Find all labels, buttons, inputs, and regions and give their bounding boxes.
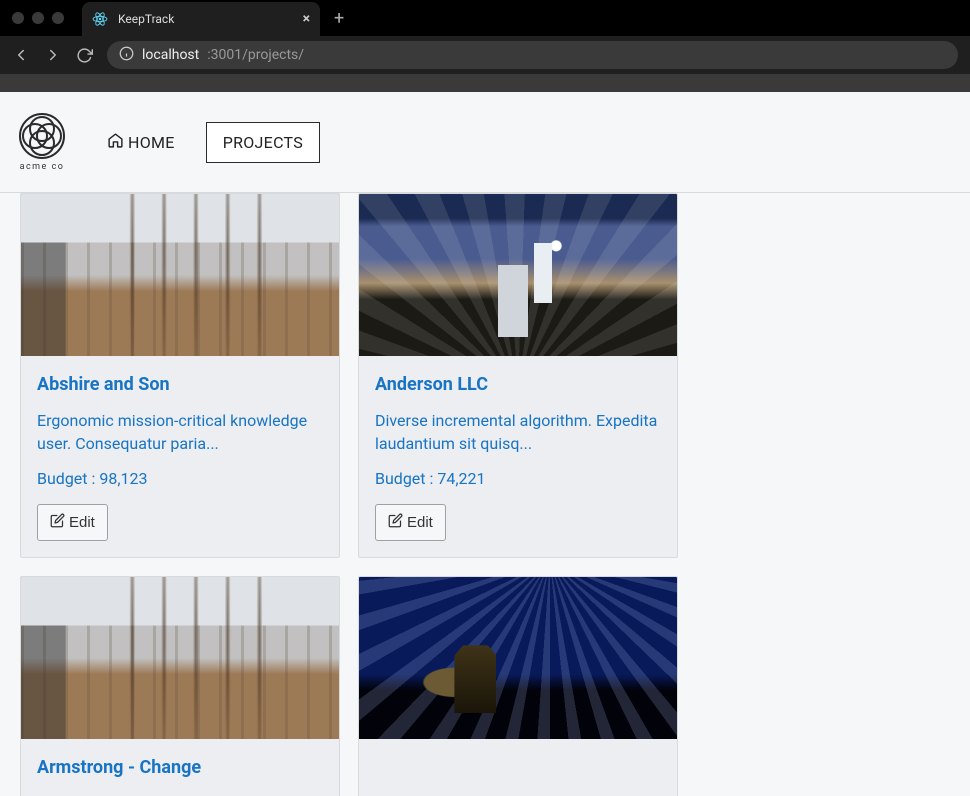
edit-button[interactable]: Edit [37,504,108,541]
back-icon[interactable] [12,46,30,64]
edit-icon [388,513,403,532]
address-bar[interactable]: localhost :3001/projects/ [107,41,958,69]
reload-icon[interactable] [76,47,93,64]
project-card: Abshire and Son Ergonomic mission-critica… [20,193,340,558]
browser-toolbar: localhost :3001/projects/ [0,36,970,74]
project-grid: Abshire and Son Ergonomic mission-critica… [0,193,970,796]
project-card-body: Armstrong - Change Persistent 3rd generat… [21,739,339,796]
project-image [359,194,677,356]
budget-value: 74,221 [437,469,485,488]
project-card: Anderson LLC Diverse incremental algorith… [358,193,678,558]
project-image [21,577,339,739]
app-header: acme co HOME PROJECTS [0,92,970,193]
nav-projects[interactable]: PROJECTS [206,122,320,163]
project-description: Persistent 3rd generation capability. Si… [37,792,323,796]
forward-icon[interactable] [44,46,62,64]
edit-icon [50,513,65,532]
budget-label: Budget : [375,469,437,488]
logo[interactable]: acme co [18,112,66,172]
project-description: Ergonomic mission-critical knowledge use… [37,409,323,455]
nav-home-label: HOME [128,133,175,152]
tab-close-icon[interactable]: × [303,11,310,27]
window-close-icon[interactable] [12,12,24,24]
logo-label: acme co [20,162,65,172]
site-info-icon[interactable] [119,46,134,65]
nav-home[interactable]: HOME [94,121,188,164]
project-image [21,194,339,356]
budget-label: Budget : [37,469,99,488]
project-card [358,576,678,796]
browser-spacer [0,74,970,92]
main-nav: HOME PROJECTS [94,121,320,164]
url-host: localhost [142,47,199,63]
home-icon [107,132,124,153]
window-traffic-lights [12,12,64,24]
browser-tab[interactable]: KeepTrack × [82,2,320,36]
project-budget: Budget : 98,123 [37,469,323,488]
window-minimize-icon[interactable] [32,12,44,24]
budget-value: 98,123 [99,469,147,488]
project-image [359,577,677,739]
app-viewport: acme co HOME PROJECTS Abshire and Son Erg… [0,92,970,796]
browser-tab-strip: KeepTrack × + [0,0,970,36]
project-card-body: Abshire and Son Ergonomic mission-critica… [21,356,339,557]
acme-logo-icon [18,112,66,160]
project-description: Diverse incremental algorithm. Expedita … [375,409,661,455]
edit-button-label: Edit [69,514,95,531]
edit-button-label: Edit [407,514,433,531]
project-card-body: Anderson LLC Diverse incremental algorith… [359,356,677,557]
browser-tab-title: KeepTrack [118,12,293,26]
project-title[interactable]: Abshire and Son [37,374,323,395]
edit-button[interactable]: Edit [375,504,446,541]
nav-projects-label: PROJECTS [223,133,303,152]
window-maximize-icon[interactable] [52,12,64,24]
project-title[interactable]: Armstrong - Change [37,757,323,778]
project-title[interactable]: Anderson LLC [375,374,661,395]
project-budget: Budget : 74,221 [375,469,661,488]
url-path: :3001/projects/ [207,47,304,63]
react-favicon-icon [92,11,108,27]
project-card: Armstrong - Change Persistent 3rd generat… [20,576,340,796]
new-tab-icon[interactable]: + [334,8,344,29]
